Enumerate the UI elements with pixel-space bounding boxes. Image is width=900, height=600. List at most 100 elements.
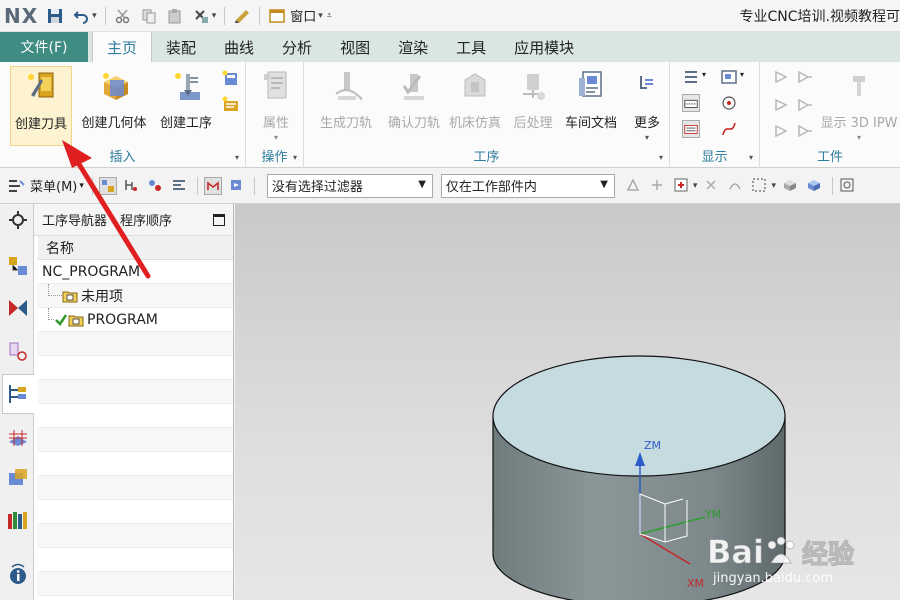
display-window-dropdown-icon[interactable]: ▾ — [740, 70, 744, 79]
window-menu[interactable]: 窗口 — [290, 6, 316, 25]
shaded-edges-icon[interactable] — [806, 177, 824, 195]
general-selection-icon[interactable] — [673, 177, 691, 195]
process-group-dropdown-icon[interactable]: ▾ — [659, 153, 663, 162]
display-curve-icon[interactable] — [720, 120, 738, 138]
box-select-icon[interactable] — [751, 177, 769, 195]
navigator-column-header[interactable]: 名称 — [38, 236, 233, 260]
gear-icon[interactable] — [6, 208, 30, 232]
cut-icon[interactable] — [114, 7, 132, 25]
divider — [259, 6, 261, 25]
box-select-dropdown-icon[interactable]: ▾ — [771, 181, 776, 191]
undo-dropdown-icon[interactable]: ▾ — [92, 11, 97, 21]
tab-application[interactable]: 应用模块 — [500, 32, 588, 62]
z-axis-label: ZM — [644, 439, 661, 452]
create-geometry-button[interactable]: 创建几何体 — [78, 66, 150, 146]
fit-view-icon[interactable] — [839, 177, 857, 195]
method-view-icon[interactable] — [171, 177, 189, 195]
resource-bar — [0, 204, 34, 600]
replay-icon[interactable] — [228, 177, 246, 195]
constraint-navigator-icon[interactable] — [6, 296, 30, 320]
library-icon[interactable] — [6, 508, 30, 532]
show-3d-ipw-button[interactable]: 显示 3D IPW ▾ — [818, 66, 900, 146]
tab-tools[interactable]: 工具 — [442, 32, 500, 62]
part-navigator-icon[interactable] — [6, 340, 30, 364]
more-dropdown-icon[interactable]: ▾ — [645, 133, 649, 142]
workpiece-play-alt-icon[interactable] — [796, 68, 814, 86]
generate-path-icon — [335, 72, 362, 101]
window-dropdown-icon[interactable]: ▾ — [318, 11, 323, 21]
maximize-icon[interactable] — [213, 214, 225, 226]
baidu-paw-icon — [767, 536, 795, 564]
create-tool-label: 创建刀具 — [14, 117, 67, 132]
workpiece-step-alt-icon[interactable] — [796, 96, 814, 114]
paste-icon[interactable] — [166, 7, 184, 25]
graphics-viewport[interactable]: ZM YM XM Bai 经验 jingyan.baidu.com — [235, 204, 900, 600]
window-icon[interactable] — [268, 7, 286, 25]
tab-render[interactable]: 渲染 — [384, 32, 442, 62]
create-method-icon[interactable] — [222, 70, 240, 88]
tab-view[interactable]: 视图 — [326, 32, 384, 62]
tree-row-nc-program[interactable]: NC_PROGRAM — [38, 260, 233, 284]
display-toolpath-icon[interactable] — [682, 94, 700, 112]
tab-home[interactable]: 主页 — [92, 32, 153, 62]
show-3d-ipw-dropdown-icon[interactable]: ▾ — [857, 133, 861, 142]
workpiece-play-icon[interactable] — [772, 68, 790, 86]
tab-analysis[interactable]: 分析 — [268, 32, 326, 62]
show-toolpath-icon[interactable] — [203, 176, 222, 195]
delete-dropdown-icon[interactable]: ▾ — [212, 11, 217, 21]
display-list-icon[interactable] — [682, 68, 700, 86]
machine-tool-view-icon[interactable] — [123, 177, 141, 195]
tree-row-program[interactable]: PROGRAM — [38, 308, 233, 332]
save-icon[interactable] — [46, 7, 64, 25]
repeat-command-icon[interactable] — [233, 7, 251, 25]
empty-row — [38, 380, 233, 404]
create-operation-button[interactable]: 创建工序 — [156, 66, 216, 146]
workpiece-next-icon[interactable] — [772, 122, 790, 140]
tree-row-unused-items[interactable]: 未用项 — [38, 284, 233, 308]
create-tool-button[interactable]: 创建刀具 — [10, 66, 72, 146]
properties-button[interactable]: 属性 ▾ — [254, 66, 298, 146]
workpiece-next-alt-icon[interactable] — [796, 122, 814, 140]
general-selection-dropdown-icon[interactable]: ▾ — [693, 181, 698, 191]
nx-logo: NX — [4, 3, 39, 28]
assembly-navigator-icon[interactable] — [6, 254, 30, 278]
undo-icon[interactable] — [72, 7, 90, 25]
customize-quick-access-icon[interactable]: ⩡ — [327, 11, 332, 21]
machine-sim-button[interactable]: 机床仿真 — [446, 66, 504, 146]
workpiece-step-icon[interactable] — [772, 96, 790, 114]
generate-path-button[interactable]: 生成刀轨 — [314, 66, 378, 146]
selection-scope-dropdown[interactable]: 仅在工作部件内 ▼ — [440, 173, 615, 198]
point-snap-icon[interactable] — [649, 177, 667, 195]
file-tab[interactable]: 文件(F) — [0, 32, 88, 62]
display-window-icon[interactable] — [720, 68, 738, 86]
display-list-dropdown-icon[interactable]: ▾ — [702, 70, 706, 79]
machine-tool-navigator-icon[interactable] — [6, 424, 30, 448]
empty-row — [38, 332, 233, 356]
info-icon[interactable] — [6, 562, 30, 586]
operation-group-dropdown-icon[interactable]: ▾ — [293, 153, 297, 162]
display-ipw-icon[interactable] — [682, 120, 700, 138]
more-button[interactable]: 更多 ▾ — [628, 66, 666, 146]
machining-feature-navigator-icon[interactable] — [6, 466, 30, 490]
snap-icon[interactable] — [625, 177, 643, 195]
copy-icon[interactable] — [140, 7, 158, 25]
shop-doc-button[interactable]: 车间文档 — [560, 66, 622, 146]
operation-navigator-tab[interactable] — [2, 374, 34, 414]
properties-dropdown-icon[interactable]: ▾ — [274, 133, 278, 142]
program-order-view-icon[interactable] — [98, 176, 117, 195]
verify-path-button[interactable]: 确认刀轨 — [386, 66, 442, 146]
selection-filter-dropdown[interactable]: 没有选择过滤器 ▼ — [266, 173, 433, 198]
tab-assembly[interactable]: 装配 — [152, 32, 210, 62]
shaded-view-icon[interactable] — [782, 177, 800, 195]
postprocess-button[interactable]: 后处理 — [508, 66, 558, 146]
geometry-view-icon[interactable] — [147, 177, 165, 195]
feature-selection-icon[interactable] — [703, 177, 721, 195]
create-program-icon[interactable] — [222, 96, 240, 114]
delete-icon[interactable] — [192, 7, 210, 25]
curve-rule-icon[interactable] — [727, 177, 745, 195]
menu-button[interactable]: 菜单(M) ▾ — [8, 176, 84, 195]
tab-curve[interactable]: 曲线 — [210, 32, 268, 62]
display-point-icon[interactable] — [720, 94, 738, 112]
insert-group-dropdown-icon[interactable]: ▾ — [235, 153, 239, 162]
display-group-dropdown-icon[interactable]: ▾ — [749, 153, 753, 162]
